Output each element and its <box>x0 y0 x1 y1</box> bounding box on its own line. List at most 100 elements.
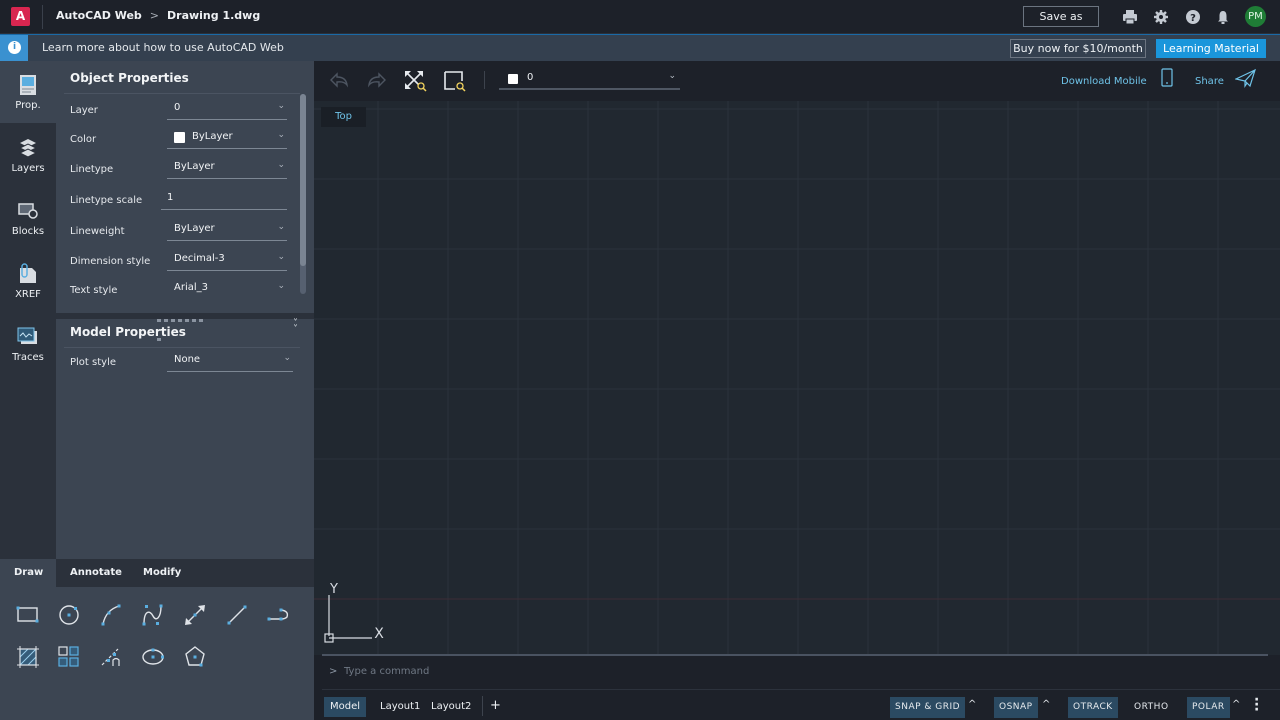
command-line[interactable]: > Type a command <box>314 656 1280 690</box>
prop-label: Plot style <box>70 357 117 368</box>
move-tool-icon[interactable] <box>182 602 208 628</box>
polar-toggle[interactable]: POLAR <box>1187 697 1230 718</box>
info-icon-box: i <box>0 35 28 61</box>
object-properties-title: Object Properties <box>70 71 189 85</box>
buy-now-button[interactable]: Buy now for $10/month <box>1010 39 1146 58</box>
polygon-tool-icon[interactable] <box>182 644 208 670</box>
layout-tab-layout2[interactable]: Layout2 <box>425 697 477 717</box>
zoom-extents-icon[interactable] <box>404 70 428 92</box>
linetype-dropdown[interactable]: ByLayer ⌄ <box>167 157 287 179</box>
save-as-button[interactable]: Save as <box>1023 6 1099 27</box>
properties-scrollbar[interactable] <box>300 94 306 294</box>
panel-resize-handle[interactable] <box>157 307 211 341</box>
title-bar: A AutoCAD Web > Drawing 1.dwg Save as ? PM <box>0 0 1280 34</box>
prop-value: ByLayer <box>174 161 215 172</box>
download-mobile-label: Download Mobile <box>1061 76 1147 87</box>
current-layer: 0 <box>527 72 534 83</box>
info-icon: i <box>8 41 21 54</box>
ortho-toggle[interactable]: ORTHO <box>1129 697 1174 718</box>
tab-draw[interactable]: Draw <box>0 559 56 587</box>
tool-palette: Draw Annotate Modify <box>0 559 314 720</box>
user-avatar[interactable]: PM <box>1245 6 1266 27</box>
prop-row-linetype-scale: Linetype scale 1 <box>56 186 306 216</box>
rail-item-properties[interactable]: Prop. <box>0 61 56 123</box>
share-link[interactable]: Share <box>1195 68 1257 88</box>
file-name: Drawing 1.dwg <box>167 9 261 22</box>
polyline-tool-icon[interactable] <box>266 602 292 628</box>
rail-item-xref[interactable]: XREF <box>0 250 56 312</box>
prop-value: None <box>174 354 201 365</box>
scrollbar-thumb[interactable] <box>300 94 306 266</box>
circle-tool-icon[interactable] <box>56 602 82 628</box>
drawing-canvas[interactable]: Y X Top <box>314 101 1280 655</box>
autocad-logo[interactable]: A <box>11 7 30 26</box>
ucs-icon: Y X <box>324 582 384 643</box>
ellipse-tool-icon[interactable] <box>140 644 166 670</box>
prop-label: Dimension style <box>70 256 151 267</box>
layers-icon <box>18 139 38 158</box>
measure-tool-icon[interactable] <box>98 644 124 670</box>
layout-tab-model[interactable]: Model <box>324 697 367 717</box>
banner-learn-link[interactable]: Learn more about how to use AutoCAD Web <box>42 41 284 54</box>
tab-modify[interactable]: Modify <box>129 559 195 587</box>
status-bar: Model Layout1 Layout2 + SNAP & GRID ^ OS… <box>314 690 1280 720</box>
print-icon[interactable] <box>1122 9 1138 25</box>
plot-style-dropdown[interactable]: None ⌄ <box>167 350 293 372</box>
help-icon[interactable]: ? <box>1185 9 1201 25</box>
grid: Y X <box>314 101 1280 655</box>
collapse-chevron-icon[interactable]: ˅ ˅ <box>293 319 298 335</box>
rail-item-blocks[interactable]: Blocks <box>0 187 56 249</box>
viewcube-top-label[interactable]: Top <box>321 107 366 127</box>
more-options-icon[interactable]: · · · <box>1254 693 1259 717</box>
linetype-scale-input[interactable]: 1 <box>161 188 287 210</box>
prop-value: Arial_3 <box>174 282 208 293</box>
rail-item-layers[interactable]: Layers <box>0 124 56 186</box>
line-tool-icon[interactable] <box>224 602 250 628</box>
otrack-toggle[interactable]: OTRACK <box>1068 697 1118 718</box>
snap-grid-menu-caret-icon[interactable]: ^ <box>968 699 976 710</box>
dimension-style-dropdown[interactable]: Decimal-3 ⌄ <box>167 249 287 271</box>
divider <box>484 71 485 89</box>
command-prompt-chevron-icon: > <box>329 666 338 677</box>
add-layout-button[interactable]: + <box>490 698 501 713</box>
palette-tabs: Draw Annotate Modify <box>0 559 314 587</box>
app-name[interactable]: AutoCAD Web <box>56 9 142 22</box>
chevron-down-icon: ⌄ <box>277 130 285 140</box>
prop-row-color: Color ByLayer ⌄ <box>56 125 306 155</box>
lineweight-dropdown[interactable]: ByLayer ⌄ <box>167 219 287 241</box>
spline-tool-icon[interactable] <box>140 602 166 628</box>
divider <box>42 5 43 29</box>
tab-annotate[interactable]: Annotate <box>56 559 136 587</box>
breadcrumb-chevron-icon: > <box>149 9 160 22</box>
rail-label: Traces <box>12 352 44 363</box>
osnap-toggle[interactable]: OSNAP <box>994 697 1038 718</box>
prop-value: 1 <box>167 192 174 203</box>
download-mobile-link[interactable]: Download Mobile <box>1061 68 1174 88</box>
rectangle-tool-icon[interactable] <box>15 602 41 628</box>
learning-material-button[interactable]: Learning Material <box>1156 39 1266 58</box>
rail-item-traces[interactable]: Traces <box>0 313 56 375</box>
arc-tool-icon[interactable] <box>98 602 124 628</box>
polar-menu-caret-icon[interactable]: ^ <box>1232 699 1240 710</box>
prop-label: Color <box>70 134 97 145</box>
hatch-tool-icon[interactable] <box>15 644 41 670</box>
settings-gear-icon[interactable] <box>1153 9 1169 25</box>
notifications-bell-icon[interactable] <box>1215 9 1231 25</box>
layout-tab-layout1[interactable]: Layout1 <box>374 697 426 717</box>
undo-icon[interactable] <box>328 70 350 90</box>
zoom-window-icon[interactable] <box>443 70 467 92</box>
layer-dropdown[interactable]: 0 ⌄ <box>167 98 287 120</box>
properties-icon <box>20 75 36 95</box>
redo-icon[interactable] <box>366 70 388 90</box>
snap-grid-toggle[interactable]: SNAP & GRID <box>890 697 966 718</box>
array-tool-icon[interactable] <box>56 644 82 670</box>
chevron-down-icon: ⌄ <box>277 281 285 291</box>
osnap-menu-caret-icon[interactable]: ^ <box>1042 699 1050 710</box>
rail-label: Prop. <box>15 100 41 111</box>
prop-label: Layer <box>70 105 98 116</box>
prop-row-lineweight: Lineweight ByLayer ⌄ <box>56 217 306 247</box>
layer-dropdown-toolbar[interactable]: 0 ⌄ <box>499 69 680 90</box>
color-dropdown[interactable]: ByLayer ⌄ <box>167 127 287 149</box>
command-input[interactable]: Type a command <box>344 666 429 677</box>
text-style-dropdown[interactable]: Arial_3 ⌄ <box>167 278 287 300</box>
